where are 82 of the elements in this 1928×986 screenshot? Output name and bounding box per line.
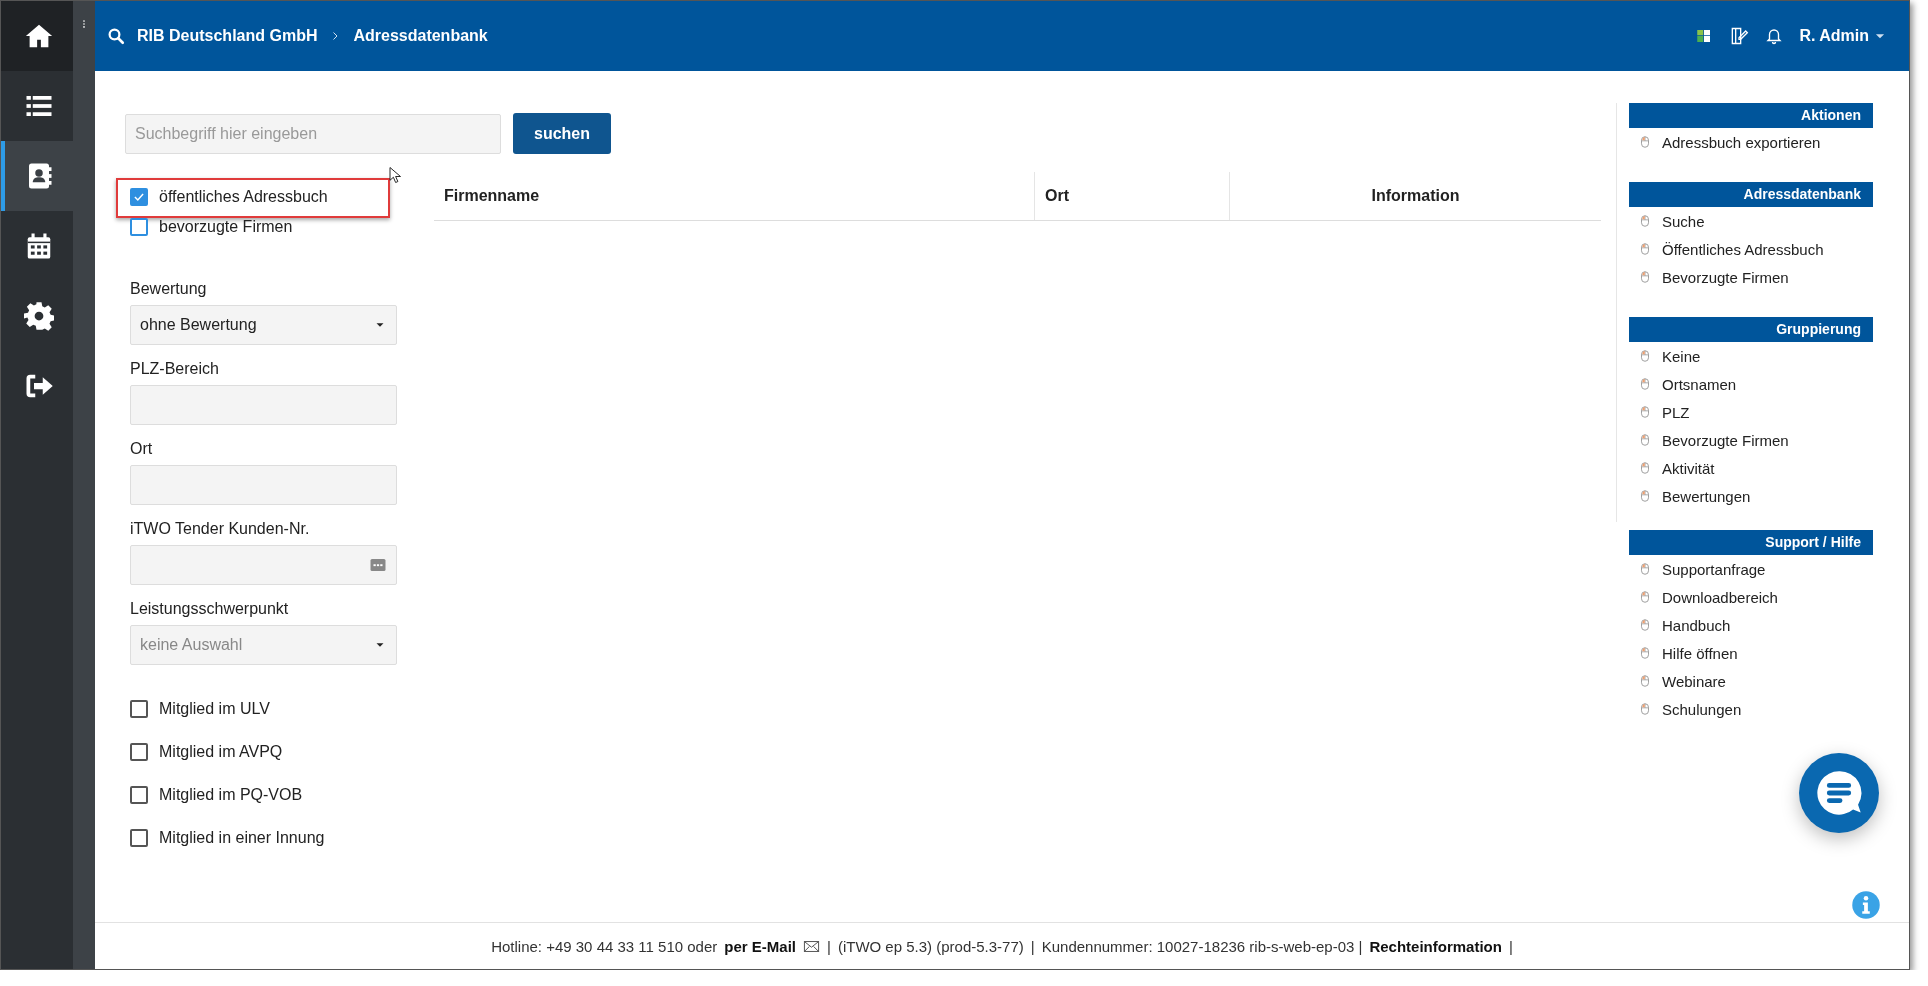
checkbox[interactable] bbox=[130, 700, 148, 718]
checkbox-label[interactable]: bevorzugte Firmen bbox=[159, 218, 293, 236]
nav-item[interactable] bbox=[1, 1, 73, 71]
menu-item[interactable]: Adressbuch exportieren bbox=[1629, 128, 1909, 156]
mouse-icon bbox=[1638, 214, 1652, 228]
mouse-icon bbox=[1638, 405, 1652, 419]
user-menu[interactable]: R. Admin bbox=[1799, 27, 1887, 45]
field-label: PLZ-Bereich bbox=[130, 360, 220, 378]
mouse-icon bbox=[1638, 646, 1652, 660]
footer-text: | bbox=[1508, 937, 1513, 955]
menu-item[interactable]: PLZ bbox=[1629, 398, 1909, 426]
field-label: Leistungsschwerpunkt bbox=[130, 600, 290, 618]
mouse-icon bbox=[1638, 674, 1652, 688]
field-label: Bewertung bbox=[130, 280, 208, 298]
checkbox-label[interactable]: Mitglied in einer Innung bbox=[159, 829, 325, 847]
column-header[interactable]: Ort bbox=[1034, 172, 1230, 221]
footer-text: (iTWO ep 5.3) (prod-5.3-77) bbox=[837, 937, 1024, 955]
menu-item[interactable]: Downloadbereich bbox=[1629, 583, 1909, 611]
input-field[interactable] bbox=[130, 385, 397, 425]
checkbox-label[interactable]: öffentliches Adressbuch bbox=[159, 188, 328, 206]
document-edit-icon[interactable] bbox=[1729, 26, 1750, 46]
field-label: Ort bbox=[130, 440, 154, 458]
menu-item[interactable]: Handbuch bbox=[1629, 611, 1909, 639]
menu-item[interactable]: Bevorzugte Firmen bbox=[1629, 426, 1909, 454]
checkbox[interactable] bbox=[130, 829, 148, 847]
section-header: Support / Hilfe bbox=[1629, 530, 1873, 555]
mouse-icon bbox=[1638, 618, 1652, 632]
column-header[interactable]: Information bbox=[1229, 172, 1601, 221]
breadcrumb-link[interactable]: RIB Deutschland GmbH bbox=[137, 27, 318, 45]
mouse-icon bbox=[1638, 562, 1652, 576]
nav-item[interactable] bbox=[1, 141, 73, 211]
gear-icon bbox=[24, 301, 54, 331]
menu-item[interactable]: Schulungen bbox=[1629, 695, 1909, 723]
field-label: iTWO Tender Kunden-Nr. bbox=[130, 520, 311, 538]
more-button-icon[interactable] bbox=[369, 556, 387, 574]
mouse-icon bbox=[1638, 349, 1652, 363]
column-header[interactable]: Firmenname bbox=[434, 172, 1035, 221]
search-field[interactable]: Suchbegriff hier eingeben bbox=[125, 113, 501, 154]
section-header: Gruppierung bbox=[1629, 317, 1873, 342]
checkbox-label[interactable]: Mitglied im AVPQ bbox=[159, 743, 283, 761]
footer-link[interactable]: per E-Mail bbox=[724, 937, 796, 955]
breadcrumb-link[interactable]: Adressdatenbank bbox=[353, 27, 488, 45]
section-header: Adressdatenbank bbox=[1629, 182, 1873, 207]
menu-item[interactable]: Öffentliches Adressbuch bbox=[1629, 235, 1909, 263]
mouse-icon bbox=[1638, 433, 1652, 447]
mouse-icon bbox=[1638, 270, 1652, 284]
input-field[interactable] bbox=[130, 465, 397, 505]
dropdown[interactable]: ohne Bewertung bbox=[130, 305, 397, 345]
mouse-icon bbox=[1638, 461, 1652, 475]
menu-item[interactable]: Bewertungen bbox=[1629, 482, 1909, 510]
mouse-icon bbox=[1638, 702, 1652, 716]
menu-item[interactable]: Suche bbox=[1629, 207, 1909, 235]
search-button[interactable]: suchen bbox=[513, 113, 611, 154]
mouse-icon bbox=[1638, 135, 1652, 149]
checkbox[interactable] bbox=[130, 743, 148, 761]
input-field[interactable] bbox=[130, 545, 397, 585]
footer-text: Kundennummer: 10027-18236 rib-s-web-ep-03 | bbox=[1041, 937, 1363, 955]
menu-item[interactable]: Webinare bbox=[1629, 667, 1909, 695]
menu-item[interactable]: Aktivität bbox=[1629, 454, 1909, 482]
section-header: Aktionen bbox=[1629, 103, 1873, 128]
search-icon[interactable] bbox=[107, 27, 125, 45]
checkbox-label[interactable]: Mitglied im PQ-VOB bbox=[159, 786, 303, 804]
footer-link[interactable]: Rechteinformation bbox=[1369, 937, 1502, 955]
footer-text: | bbox=[1030, 937, 1035, 955]
mouse-icon bbox=[1638, 377, 1652, 391]
footer-text: | bbox=[827, 937, 831, 955]
mouse-icon bbox=[1638, 590, 1652, 604]
menu-item[interactable]: Hilfe öffnen bbox=[1629, 639, 1909, 667]
bell-icon[interactable] bbox=[1765, 27, 1784, 45]
checkbox[interactable] bbox=[130, 786, 148, 804]
menu-item[interactable]: Keine bbox=[1629, 342, 1909, 370]
menu-item[interactable]: Supportanfrage bbox=[1629, 555, 1909, 583]
mouse-icon bbox=[1638, 242, 1652, 256]
checkbox[interactable] bbox=[130, 188, 148, 206]
checkbox-label[interactable]: Mitglied im ULV bbox=[159, 700, 270, 718]
info-icon[interactable] bbox=[1851, 890, 1881, 920]
menu-item[interactable]: Ortsnamen bbox=[1629, 370, 1909, 398]
mouse-icon bbox=[1638, 489, 1652, 503]
checkbox[interactable] bbox=[130, 218, 148, 236]
menu-item[interactable]: Bevorzugte Firmen bbox=[1629, 263, 1909, 291]
chat-button[interactable] bbox=[1799, 753, 1879, 833]
footer-text: Hotline: +49 30 44 33 11 510 oder bbox=[491, 937, 718, 955]
